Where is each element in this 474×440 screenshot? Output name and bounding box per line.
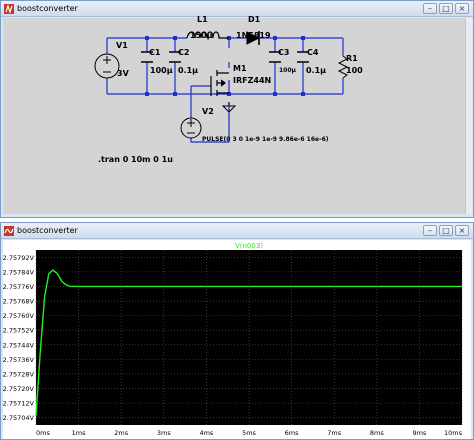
x-tick-label: 2ms bbox=[114, 429, 128, 437]
y-tick-label: 2.75768V bbox=[3, 298, 35, 306]
d1-label: D1 bbox=[248, 15, 261, 24]
m1-value: IRFZ44N bbox=[233, 76, 272, 85]
schematic-canvas[interactable]: V1 3V C1 100μ C2 0.1μ L1 150μ D1 1N5819 … bbox=[3, 15, 465, 214]
waveform-plot-area[interactable]: 2.75792V 2.75784V 2.75776V 2.75768V 2.75760V… bbox=[3, 240, 471, 439]
waveform-window-title: boostconverter bbox=[17, 226, 78, 235]
y-tick-labels: 2.75792V 2.75784V 2.75776V 2.75768V 2.75760V… bbox=[3, 254, 35, 422]
x-tick-label: 10ms bbox=[444, 429, 463, 437]
waveform-titlebar[interactable]: boostconverter – □ × bbox=[1, 223, 473, 239]
x-tick-label: 1ms bbox=[72, 429, 86, 437]
schematic-drawing bbox=[94, 31, 349, 143]
mosfet-symbol bbox=[210, 70, 229, 96]
trace-name-label[interactable]: V(n003) bbox=[235, 242, 263, 250]
m1-label: M1 bbox=[233, 64, 247, 73]
v1-source-symbol bbox=[94, 53, 120, 79]
schematic-minimize-button[interactable]: – bbox=[423, 3, 437, 14]
waveform-window: boostconverter – □ × 2.75792V 2.75784V 2.7… bbox=[0, 222, 474, 440]
d1-value: 1N5819 bbox=[236, 31, 271, 40]
r1-value: 100 bbox=[346, 66, 363, 75]
c4-label: C4 bbox=[307, 48, 319, 57]
v1-label: V1 bbox=[116, 41, 128, 50]
x-tick-label: 7ms bbox=[327, 429, 341, 437]
c2-label: C2 bbox=[178, 48, 190, 57]
schematic-window: boostconverter – □ × V1 3V C1 100μ C2 0.… bbox=[0, 0, 474, 218]
c3-label: C3 bbox=[278, 48, 290, 57]
x-tick-label: 5ms bbox=[242, 429, 256, 437]
waveform-app-icon bbox=[4, 226, 14, 236]
ltspice-app-icon bbox=[4, 4, 14, 14]
schematic-scrollbar[interactable] bbox=[465, 18, 472, 214]
v2-source-symbol bbox=[180, 117, 202, 139]
y-tick-label: 2.75728V bbox=[3, 370, 35, 378]
x-tick-label: 4ms bbox=[199, 429, 213, 437]
waveform-minimize-button[interactable]: – bbox=[423, 225, 437, 236]
c1-label: C1 bbox=[149, 48, 161, 57]
x-tick-label: 0ms bbox=[36, 429, 50, 437]
waveform-chart[interactable]: 2.75792V 2.75784V 2.75776V 2.75768V 2.75760V… bbox=[3, 240, 471, 439]
schematic-titlebar[interactable]: boostconverter – □ × bbox=[1, 1, 473, 17]
schematic-maximize-button[interactable]: □ bbox=[439, 3, 453, 14]
v2-value: PULSE(0 3 0 1e-9 1e-9 9.86e-6 16e-6) bbox=[202, 136, 329, 143]
v2-label: V2 bbox=[202, 107, 214, 116]
x-tick-labels: 0ms 1ms 2ms 3ms 4ms 5ms 6ms 7ms 8ms 9ms 10ms bbox=[36, 429, 463, 437]
y-tick-label: 2.75760V bbox=[3, 312, 35, 320]
schematic-window-title: boostconverter bbox=[17, 4, 78, 13]
schematic-close-button[interactable]: × bbox=[455, 3, 469, 14]
waveform-close-button[interactable]: × bbox=[455, 225, 469, 236]
y-tick-label: 2.75704V bbox=[3, 414, 35, 422]
l1-value: 150μ bbox=[190, 31, 213, 40]
c2-value: 0.1μ bbox=[178, 66, 199, 75]
x-tick-label: 3ms bbox=[157, 429, 171, 437]
l1-label: L1 bbox=[197, 15, 208, 24]
y-tick-label: 2.75712V bbox=[3, 400, 35, 408]
x-tick-label: 8ms bbox=[370, 429, 384, 437]
y-tick-label: 2.75776V bbox=[3, 283, 35, 291]
c1-value: 100μ bbox=[150, 66, 173, 75]
tran-directive[interactable]: .tran 0 10m 0 1u bbox=[98, 155, 173, 164]
waveform-maximize-button[interactable]: □ bbox=[439, 225, 453, 236]
y-tick-label: 2.75752V bbox=[3, 327, 35, 335]
y-tick-label: 2.75736V bbox=[3, 356, 35, 364]
y-tick-label: 2.75720V bbox=[3, 385, 35, 393]
x-tick-label: 6ms bbox=[285, 429, 299, 437]
y-tick-label: 2.75784V bbox=[3, 268, 35, 276]
y-tick-label: 2.75744V bbox=[3, 341, 35, 349]
r1-label: R1 bbox=[346, 54, 358, 63]
c3-value: 100μ bbox=[279, 67, 296, 74]
v1-value: 3V bbox=[117, 69, 129, 78]
x-tick-label: 9ms bbox=[412, 429, 426, 437]
y-tick-label: 2.75792V bbox=[3, 254, 35, 262]
c4-value: 0.1μ bbox=[306, 66, 327, 75]
